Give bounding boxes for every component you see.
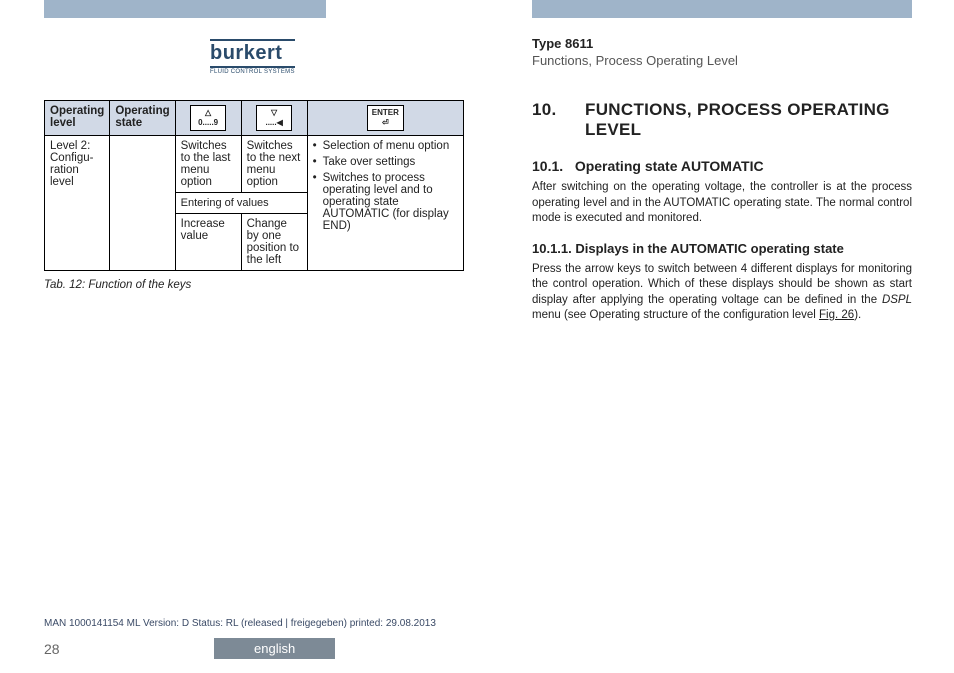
cell-enter-actions: Selection of menu option Take over setti… bbox=[307, 136, 463, 271]
list-item: Switches to process operating level and … bbox=[313, 172, 458, 232]
section-number: 10. bbox=[532, 100, 580, 120]
page-footer: 28 english bbox=[44, 641, 910, 657]
cell-level: Level 2: Configu­ration level bbox=[45, 136, 110, 271]
list-item: Selection of menu option bbox=[313, 140, 458, 152]
page-header: burkert FLUID CONTROL SYSTEMS Type 8611 … bbox=[0, 30, 954, 85]
th-operating-level: Operating level bbox=[45, 101, 110, 136]
header-accent-right bbox=[532, 0, 912, 18]
doc-section: Functions, Process Operating Level bbox=[532, 53, 738, 68]
key-up-icon: △ 0.....9 bbox=[190, 105, 226, 131]
dspl-label: DSPL bbox=[882, 294, 912, 306]
function-keys-table: Operating level Operating state △ 0.....… bbox=[44, 100, 464, 271]
table-caption: Tab. 12: Function of the keys bbox=[44, 279, 464, 291]
key-enter-icon: ENTER ⏎ bbox=[367, 105, 404, 131]
cell-switch-next: Switches to the next menu option bbox=[241, 136, 307, 193]
cell-state bbox=[110, 136, 175, 271]
subsubsection-number: 10.1.1. bbox=[532, 241, 572, 256]
section-heading: 10. FUNCTIONS, PROCESS OPERATING LEVEL bbox=[532, 100, 912, 140]
subsubsection-heading: 10.1.1. Displays in the AUTOMATIC operat… bbox=[532, 241, 912, 256]
subsubsection-body: Press the arrow keys to switch between 4… bbox=[532, 262, 912, 324]
subsection-title: Operating state AUTOMATIC bbox=[575, 158, 764, 174]
subsubsection-title: Displays in the AUTOMATIC operating stat… bbox=[575, 241, 843, 256]
right-column: 10. FUNCTIONS, PROCESS OPERATING LEVEL 1… bbox=[532, 100, 912, 324]
list-item: Take over settings bbox=[313, 156, 458, 168]
enter-item-text: Switches to process operating level and … bbox=[323, 172, 449, 232]
cell-switch-last: Switches to the last menu option bbox=[175, 136, 241, 193]
header-right: Type 8611 Functions, Process Operating L… bbox=[532, 36, 738, 68]
header-accent-left bbox=[44, 0, 326, 18]
left-column: Operating level Operating state △ 0.....… bbox=[44, 100, 464, 291]
body-text: Press the arrow keys to switch between 4… bbox=[532, 263, 912, 306]
brand-name: burkert bbox=[210, 42, 295, 65]
subsection-number: 10.1. bbox=[532, 158, 563, 174]
subsection-heading: 10.1. Operating state AUTOMATIC bbox=[532, 158, 912, 174]
fig-ref: Fig. 26 bbox=[819, 309, 854, 321]
brand-logo: burkert FLUID CONTROL SYSTEMS bbox=[210, 38, 295, 75]
body-text: menu (see Operating structure of the con… bbox=[532, 309, 819, 321]
body-text: ). bbox=[854, 309, 861, 321]
language-badge: english bbox=[214, 638, 335, 659]
section-title: FUNCTIONS, PROCESS OPERATING LEVEL bbox=[585, 100, 905, 140]
th-key-up: △ 0.....9 bbox=[175, 101, 241, 136]
th-key-enter: ENTER ⏎ bbox=[307, 101, 463, 136]
th-operating-state: Operating state bbox=[110, 101, 175, 136]
cell-entering-values: Entering of values bbox=[175, 193, 307, 214]
th-key-down: ▽ .....◀ bbox=[241, 101, 307, 136]
doc-type: Type 8611 bbox=[532, 36, 738, 51]
brand-tagline: FLUID CONTROL SYSTEMS bbox=[210, 69, 295, 75]
page-number: 28 bbox=[44, 641, 60, 657]
footer-metadata: MAN 1000141154 ML Version: D Status: RL … bbox=[44, 618, 436, 629]
cell-change-position: Change by one position to the left bbox=[241, 214, 307, 271]
subsection-body: After switching on the operating voltage… bbox=[532, 180, 912, 227]
cell-increase-value: Increase value bbox=[175, 214, 241, 271]
key-down-icon: ▽ .....◀ bbox=[256, 105, 292, 131]
